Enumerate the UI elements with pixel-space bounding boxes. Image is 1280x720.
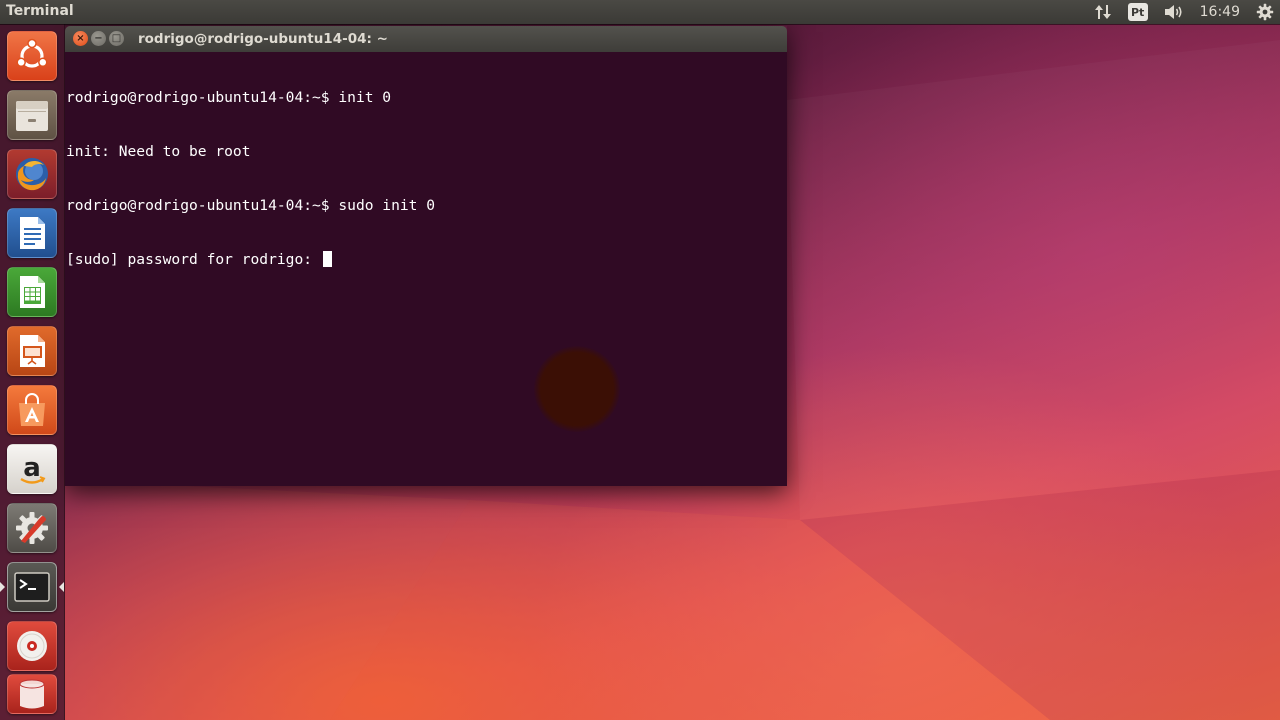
keyboard-layout-label: Pt [1127,3,1148,21]
launcher-item-libreoffice-writer[interactable] [7,208,57,258]
keyboard-layout-icon[interactable]: Pt [1120,0,1156,24]
app-menu-title[interactable]: Terminal [6,3,74,19]
top-panel: Terminal Pt 16:49 [0,0,1280,24]
terminal-line: rodrigo@rodrigo-ubuntu14-04:~$ init 0 [66,89,392,106]
terminal-line: [sudo] password for rodrigo: [66,251,321,268]
gear-icon[interactable] [1248,0,1280,24]
indicator-area: Pt 16:49 [1086,0,1280,24]
window-titlebar[interactable]: × − □ rodrigo@rodrigo-ubuntu14-04: ~ [65,26,787,52]
terminal-prompt-icon [14,572,50,602]
network-updown-icon[interactable] [1086,0,1120,24]
running-indicator-left [0,582,5,592]
clock[interactable]: 16:49 [1192,0,1248,24]
focused-indicator-right [59,582,64,592]
svg-text:a: a [23,453,41,483]
mouse-pointer-highlight [534,346,620,432]
window-title: rodrigo@rodrigo-ubuntu14-04: ~ [138,31,388,47]
volume-icon[interactable] [1156,0,1192,24]
launcher-item-terminal[interactable] [7,562,57,612]
calc-spreadsheet-icon [20,276,45,308]
firefox-icon [16,158,48,191]
software-center-bag-icon [19,393,45,426]
launcher-item-libreoffice-calc[interactable] [7,267,57,317]
writer-document-icon [20,217,45,249]
settings-wrench-gear-icon [16,512,48,544]
impress-presentation-icon [20,335,45,367]
close-button[interactable]: × [73,31,88,46]
launcher-item-ubuntu-software-center[interactable] [7,385,57,435]
terminal-output[interactable]: rodrigo@rodrigo-ubuntu14-04:~$ init 0 in… [65,52,787,486]
text-cursor [322,251,332,267]
launcher-item-firefox[interactable] [7,149,57,199]
launcher-item-ubuntu-dash[interactable] [7,31,57,81]
trash-can-icon [19,679,45,709]
maximize-button[interactable]: □ [109,31,124,46]
ubuntu-logo-icon [16,38,48,68]
launcher-item-libreoffice-impress[interactable] [7,326,57,376]
launcher: a [0,24,65,720]
terminal-line: rodrigo@rodrigo-ubuntu14-04:~$ sudo init… [66,197,436,214]
launcher-item-trash[interactable] [7,674,57,714]
amazon-logo-icon: a [20,453,46,484]
dvd-disc-icon [17,631,47,661]
terminal-window[interactable]: × − □ rodrigo@rodrigo-ubuntu14-04: ~ rod… [65,26,787,486]
terminal-text: rodrigo@rodrigo-ubuntu14-04:~$ init 0 in… [66,53,435,305]
desktop-wallpaper: Terminal Pt 16:49 a × − □ rodrigo@rodrig… [0,0,1280,720]
launcher-item-system-settings[interactable] [7,503,57,553]
terminal-line: init: Need to be root [66,143,251,160]
launcher-item-amazon[interactable]: a [7,444,57,494]
file-cabinet-icon [16,101,48,131]
minimize-button[interactable]: − [91,31,106,46]
terminal-prompt-line[interactable]: [sudo] password for rodrigo: [66,251,435,269]
launcher-item-files[interactable] [7,90,57,140]
launcher-item-optical-disc[interactable] [7,621,57,671]
